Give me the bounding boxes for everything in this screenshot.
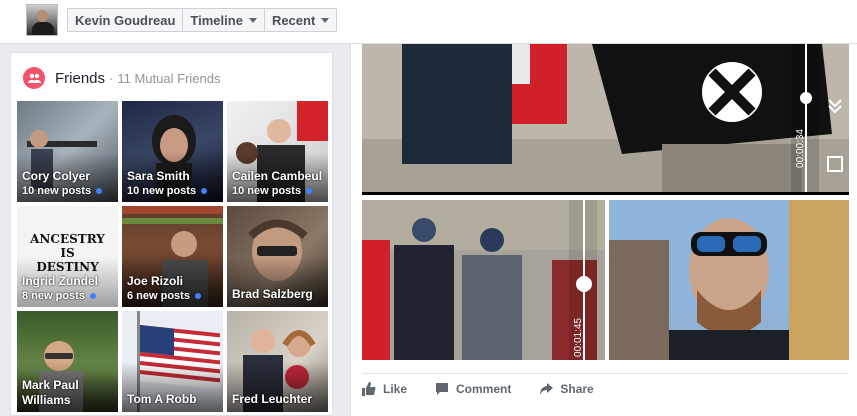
video-thumbnail[interactable]: 00:00:34 (362, 44, 849, 195)
separator: · (109, 70, 114, 86)
friend-tile[interactable]: Sara Smith 10 new posts (122, 101, 223, 202)
profile-avatar[interactable] (26, 4, 58, 36)
friend-tile[interactable]: Cory Colyer 10 new posts (17, 101, 118, 202)
mutual-friends-count[interactable]: 11 Mutual Friends (117, 71, 220, 86)
new-posts-count: 6 new posts (127, 290, 201, 302)
fullscreen-icon[interactable] (827, 156, 843, 172)
friend-tile[interactable]: Brad Salzberg (227, 206, 328, 307)
chevron-down-icon (321, 17, 330, 23)
timeline-dropdown[interactable]: Timeline (183, 9, 265, 31)
new-indicator-dot (96, 188, 103, 194)
video-scrubber-track[interactable] (805, 44, 807, 192)
video-time: 00:01:45 (573, 318, 584, 357)
friend-tile[interactable]: Mark Paul Williams (17, 311, 118, 412)
skip-icon[interactable] (827, 98, 843, 114)
video-thumbnail[interactable] (609, 200, 849, 360)
share-button[interactable]: Share (539, 382, 594, 396)
new-posts-count: 10 new posts (22, 185, 103, 197)
friend-name[interactable]: Tom A Robb (127, 392, 197, 406)
profile-name-link[interactable]: Kevin Goudreau (68, 9, 184, 31)
friend-tile[interactable]: Joe Rizoli 6 new posts (122, 206, 223, 307)
play-icon[interactable] (576, 276, 592, 292)
friend-name[interactable]: Sara Smith (127, 169, 190, 183)
friends-title[interactable]: Friends (55, 70, 105, 87)
recent-dropdown[interactable]: Recent (265, 9, 336, 31)
friends-header: Friends · 11 Mutual Friends (23, 67, 220, 89)
new-indicator-dot (89, 293, 96, 299)
like-button[interactable]: Like (362, 381, 407, 396)
share-icon (540, 382, 554, 395)
friends-icon (23, 67, 45, 89)
friend-name[interactable]: Cailen Cambeul (232, 169, 322, 183)
video-time: 00:00:34 (795, 129, 806, 168)
new-posts-count: 10 new posts (232, 185, 313, 197)
friend-name[interactable]: Joe Rizoli (127, 274, 183, 288)
friend-name[interactable]: Fred Leuchter (232, 392, 312, 406)
video-controls: 00:00:34 (791, 44, 819, 192)
top-bar: Kevin Goudreau Timeline Recent (0, 0, 857, 44)
friend-tile[interactable]: ANCESTRYISDESTINY Ingrid Zundel 8 new po… (17, 206, 118, 307)
friend-name[interactable]: Cory Colyer (22, 169, 90, 183)
friend-tile[interactable]: Tom A Robb (122, 311, 223, 412)
post-actions: Like Comment Share (362, 373, 849, 403)
friends-card: Friends · 11 Mutual Friends Cory Colyer … (10, 52, 333, 416)
new-indicator-dot (306, 188, 313, 194)
thumbs-up-icon (362, 381, 376, 396)
chevron-down-icon (248, 17, 257, 23)
friend-tile[interactable]: Cailen Cambeul 10 new posts (227, 101, 328, 202)
friend-tile[interactable]: Fred Leuchter (227, 311, 328, 412)
comment-icon (436, 382, 449, 395)
video-controls: 00:01:45 (569, 200, 597, 360)
new-posts-count: 8 new posts (22, 290, 96, 302)
new-indicator-dot (201, 188, 208, 194)
friend-name[interactable]: Brad Salzberg (232, 287, 313, 301)
comment-button[interactable]: Comment (435, 382, 511, 396)
friend-name[interactable]: Ingrid Zundel (22, 274, 98, 288)
video-thumbnail[interactable]: 00:01:45 (362, 200, 605, 360)
new-indicator-dot (194, 293, 201, 299)
breadcrumb: Kevin Goudreau Timeline Recent (67, 8, 338, 32)
friend-name[interactable]: Mark Paul Williams (22, 378, 114, 408)
new-posts-count: 10 new posts (127, 185, 208, 197)
video-scrubber-handle[interactable] (800, 92, 812, 104)
